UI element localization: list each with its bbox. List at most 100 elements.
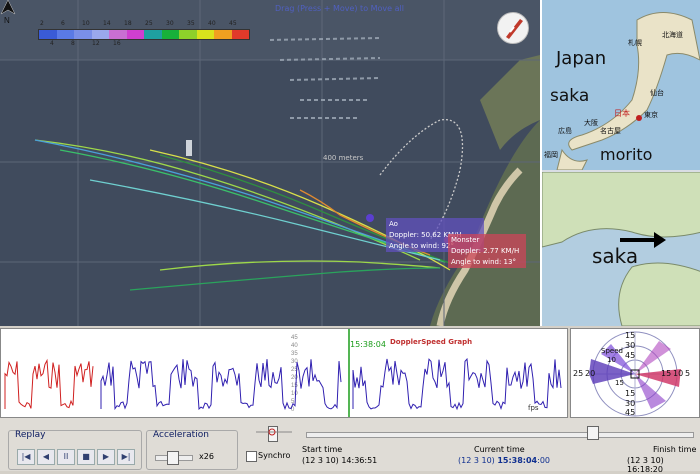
graph-y-tick: 20 bbox=[291, 375, 298, 381]
legend-tick: 30 bbox=[166, 20, 174, 27]
city-label: 東京 bbox=[644, 111, 658, 119]
legend-swatch bbox=[126, 30, 144, 39]
start-time-label: Start time bbox=[302, 445, 343, 454]
polar-label: 45 bbox=[625, 351, 636, 360]
boat-name: Monster bbox=[451, 236, 480, 244]
svg-text:N: N bbox=[4, 16, 10, 24]
skip-to-start-button[interactable]: |◀ bbox=[17, 449, 35, 465]
legend-swatch bbox=[196, 30, 214, 39]
legend-swatch bbox=[231, 30, 249, 39]
replay-group: Replay |◀ ◀ II ■ ▶ ▶| bbox=[8, 430, 142, 470]
current-time-main: 15:38:04 bbox=[497, 456, 538, 465]
city-label: 名古屋 bbox=[600, 127, 621, 135]
fps-label: fps bbox=[528, 404, 539, 412]
boat-doppler: Doppler: 2.77 KM/H bbox=[451, 247, 520, 255]
speed-color-legend: 2 6 10 14 18 25 30 35 40 45 4 8 12 16 bbox=[38, 20, 250, 49]
acceleration-title: Acceleration bbox=[153, 430, 209, 440]
legend-swatch bbox=[144, 30, 162, 39]
legend-color-bar bbox=[38, 29, 250, 40]
legend-swatch bbox=[91, 30, 109, 39]
legend-tick: 35 bbox=[187, 20, 195, 27]
legend-tick: 40 bbox=[208, 20, 216, 27]
zoom-crosshair-icon bbox=[256, 428, 292, 436]
polar-speed-label: Speed bbox=[601, 347, 623, 355]
timeline-slider-track[interactable] bbox=[306, 432, 694, 438]
polar-wind-chart: 15 30 45 15 30 45 25 20 15 10 5 Speed 10… bbox=[570, 328, 700, 418]
replay-title: Replay bbox=[15, 430, 46, 440]
current-time-prefix: (12 3 10) bbox=[458, 456, 498, 465]
boat-angle: Angle to wind: 13° bbox=[451, 258, 516, 266]
city-label: 広島 bbox=[558, 127, 572, 135]
playback-controls: Replay |◀ ◀ II ■ ▶ ▶| Acceleration x26 S… bbox=[0, 418, 700, 474]
graph-y-tick: 10 bbox=[291, 391, 298, 397]
graph-canvas: 454035302520151050 bbox=[4, 329, 562, 417]
graph-title: DopplerSpeed Graph bbox=[390, 338, 473, 346]
graph-current-marker: 15:38:04 bbox=[350, 340, 386, 349]
legend-tick: 8 bbox=[71, 40, 75, 47]
legend-tick: 45 bbox=[229, 20, 237, 27]
step-back-button[interactable]: ◀ bbox=[37, 449, 55, 465]
graph-y-tick: 40 bbox=[291, 343, 298, 349]
doppler-speed-graph[interactable]: 45 40 35 30 25 20 15 10 5 0 bbox=[0, 328, 568, 418]
legend-swatch bbox=[74, 30, 92, 39]
city-label: 福岡 bbox=[544, 151, 558, 159]
legend-swatch bbox=[109, 30, 127, 39]
japan-overview-map: Japan saka morito 札幌 北海道 仙台 日本 東京 広島 大阪 … bbox=[542, 0, 700, 171]
current-time-label: Current time bbox=[474, 445, 525, 454]
legend-tick: 14 bbox=[103, 20, 111, 27]
city-label: 大阪 bbox=[584, 119, 598, 127]
boat-name: Ao bbox=[389, 220, 398, 228]
polar-label: 45 bbox=[625, 408, 636, 417]
morito-label: morito bbox=[600, 145, 653, 164]
skip-to-end-button[interactable]: ▶| bbox=[117, 449, 135, 465]
polar-label: 25 bbox=[573, 369, 584, 378]
legend-top-ticks: 2 6 10 14 18 25 30 35 40 45 bbox=[38, 20, 248, 29]
boat-info-monster: Monster Doppler: 2.77 KM/H Angle to wind… bbox=[448, 234, 526, 268]
legend-tick: 10 bbox=[82, 20, 90, 27]
city-label: 札幌 bbox=[628, 39, 642, 47]
graph-y-tick: 25 bbox=[291, 367, 298, 373]
legend-tick: 2 bbox=[40, 20, 44, 27]
timeline-slider-thumb[interactable] bbox=[586, 426, 599, 440]
start-time-value: (12 3 10) 14:36:51 bbox=[302, 456, 378, 465]
polar-label: 15 bbox=[625, 389, 636, 398]
city-label: 日本 bbox=[614, 109, 630, 118]
legend-swatch bbox=[161, 30, 179, 39]
synchro-checkbox[interactable] bbox=[246, 451, 257, 462]
drag-hint: Drag (Press + Move) to Move all bbox=[275, 4, 404, 13]
speed-trace bbox=[352, 357, 562, 411]
track-map[interactable]: Drag (Press + Move) to Move all 2 6 10 14 18… bbox=[0, 0, 540, 326]
stop-button[interactable]: ■ bbox=[77, 449, 95, 465]
legend-swatch bbox=[39, 30, 57, 39]
polar-label: 30 bbox=[625, 341, 636, 350]
polar-label: 10 bbox=[673, 369, 684, 378]
legend-tick: 6 bbox=[61, 20, 65, 27]
synchro-label: Synchro bbox=[258, 451, 291, 460]
polar-label: 5 bbox=[685, 369, 691, 378]
speed-trace bbox=[100, 359, 342, 411]
city-label: 仙台 bbox=[650, 89, 664, 97]
legend-tick: 25 bbox=[145, 20, 153, 27]
location-inset: Japan saka morito 札幌 北海道 仙台 日本 東京 広島 大阪 … bbox=[540, 0, 700, 326]
polar-label: 20 bbox=[585, 369, 596, 378]
regional-map: saka bbox=[542, 171, 700, 326]
finish-time-label: Finish time bbox=[653, 445, 697, 454]
city-label: 北海道 bbox=[662, 31, 683, 39]
legend-tick: 4 bbox=[50, 40, 54, 47]
saka-label-bottom: saka bbox=[592, 244, 639, 268]
north-arrow-icon: N bbox=[0, 0, 16, 24]
saka-label-top: saka bbox=[550, 86, 590, 106]
graph-y-tick: 35 bbox=[291, 351, 298, 357]
current-time-suffix: :00 bbox=[537, 456, 550, 465]
japan-label: Japan bbox=[556, 48, 607, 69]
pause-button[interactable]: II bbox=[57, 449, 75, 465]
legend-tick: 12 bbox=[92, 40, 100, 47]
scale-label: 400 meters bbox=[323, 154, 364, 162]
play-button[interactable]: ▶ bbox=[97, 449, 115, 465]
graph-y-tick: 45 bbox=[291, 335, 298, 341]
legend-tick: 18 bbox=[124, 20, 132, 27]
polar-center-label: 15 bbox=[615, 379, 624, 387]
acceleration-slider-thumb[interactable] bbox=[167, 451, 179, 465]
polar-label: 30 bbox=[625, 399, 636, 408]
acceleration-value: x26 bbox=[199, 452, 214, 461]
